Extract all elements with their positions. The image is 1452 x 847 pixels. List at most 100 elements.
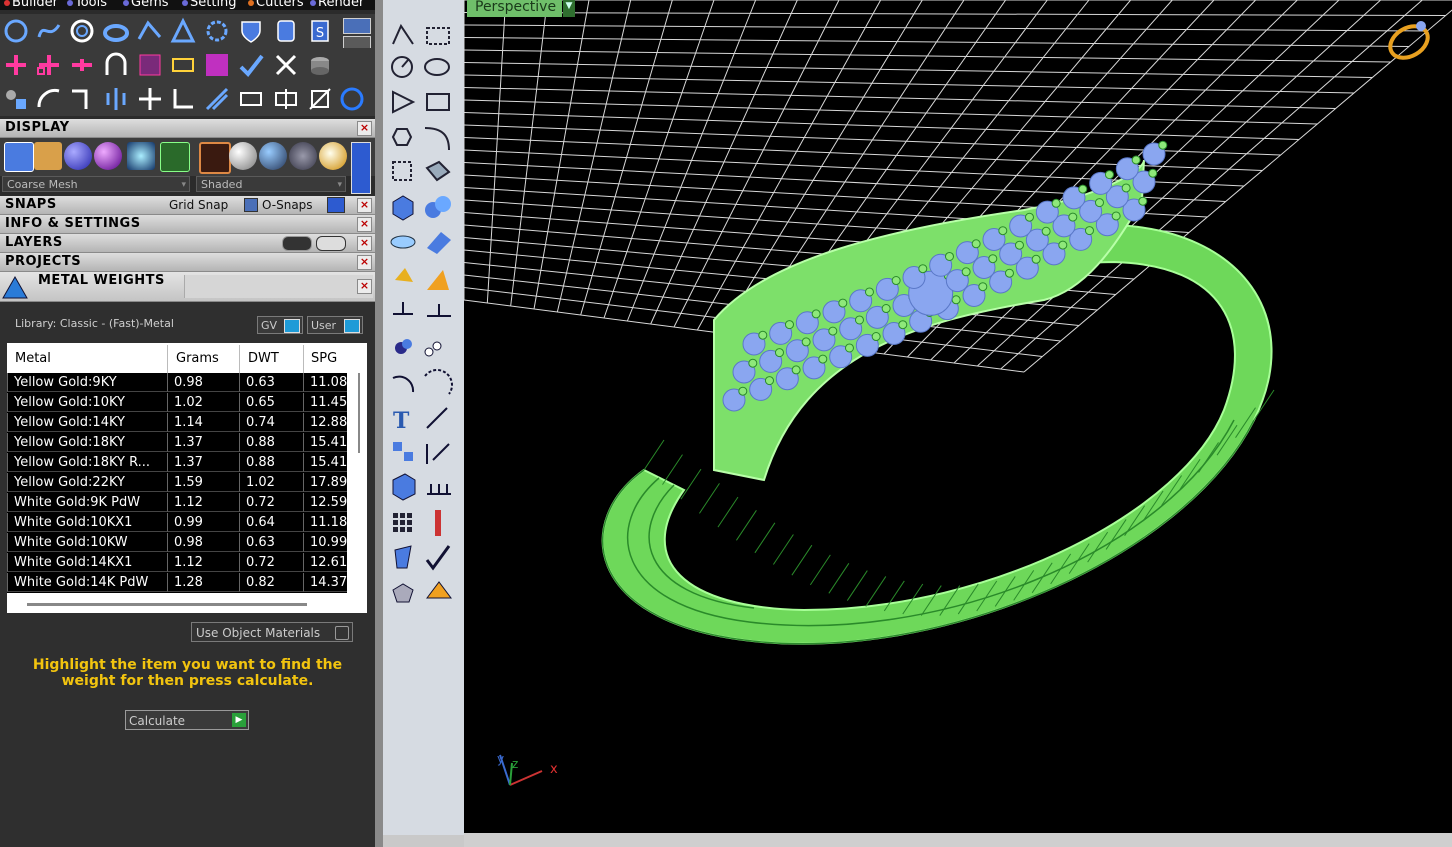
close-icon[interactable]: ×	[357, 121, 372, 136]
menu-builder[interactable]: Builder	[4, 0, 58, 10]
menu-render[interactable]: Render	[310, 0, 364, 10]
box-tool-icon[interactable]	[387, 196, 415, 224]
environment-icon[interactable]	[127, 142, 155, 170]
column-header-spg[interactable]: SPG	[311, 351, 337, 366]
link-icon[interactable]	[169, 51, 197, 79]
snap-settings-button[interactable]	[327, 197, 345, 213]
check-icon[interactable]	[237, 51, 265, 79]
column-header-metal[interactable]: Metal	[15, 351, 51, 366]
viewport-dropdown[interactable]: ▼	[563, 0, 575, 17]
pattern-icon[interactable]	[136, 51, 164, 79]
spheres-tool-icon[interactable]	[423, 196, 451, 224]
triangle-tool-icon[interactable]	[387, 88, 415, 116]
snaps-header[interactable]: SNAPS Grid Snap O-Snaps ×	[0, 196, 375, 215]
split-icon[interactable]	[272, 85, 300, 113]
display-scroll-toggle[interactable]	[351, 142, 371, 194]
boolean-icon[interactable]	[203, 85, 231, 113]
eye-icon[interactable]	[316, 236, 346, 251]
table-row[interactable]: White Gold:14K PdW 1.28 0.82 14.37	[7, 573, 347, 593]
menu-tools[interactable]: Tools	[67, 0, 107, 10]
table-row[interactable]: Yellow Gold:22KY 1.59 1.02 17.89	[7, 473, 347, 493]
rectangle-select-icon[interactable]	[423, 20, 451, 48]
rail-icon[interactable]	[68, 85, 96, 113]
display-header[interactable]: DISPLAY ×	[0, 119, 375, 138]
circle-curve-icon[interactable]	[2, 17, 30, 45]
cut-icon[interactable]	[272, 51, 300, 79]
column-header-grams[interactable]: Grams	[176, 351, 219, 366]
transform-icon[interactable]	[169, 85, 197, 113]
lightbulb-icon[interactable]	[34, 142, 62, 170]
grid-snap-toggle[interactable]: Grid Snap	[169, 198, 228, 212]
table-row[interactable]: Yellow Gold:14KY 1.14 0.74 12.88	[7, 413, 347, 433]
lightning-icon[interactable]	[423, 268, 451, 296]
bezel-icon[interactable]	[203, 17, 231, 45]
projects-header[interactable]: PROJECTS ×	[0, 253, 375, 272]
checkmark-icon[interactable]	[423, 546, 451, 574]
close-icon[interactable]: ×	[357, 198, 372, 213]
gear-icon[interactable]	[387, 268, 415, 296]
rectangle-tool-icon[interactable]	[423, 88, 451, 116]
viewport-label[interactable]: Perspective	[467, 0, 562, 17]
table-row[interactable]: Yellow Gold:18KY 1.37 0.88 15.41	[7, 433, 347, 453]
gold-sphere-icon[interactable]	[319, 142, 347, 170]
mirror-icon[interactable]	[102, 85, 130, 113]
objects-icon[interactable]	[2, 85, 30, 113]
gv-button[interactable]: GV	[257, 316, 303, 334]
info-settings-header[interactable]: INFO & SETTINGS ×	[0, 215, 375, 234]
table-row[interactable]: White Gold:9K PdW 1.12 0.72 12.59	[7, 493, 347, 513]
table-row[interactable]: Yellow Gold:10KY 1.02 0.65 11.45	[7, 393, 347, 413]
curve-edit-icon[interactable]	[136, 17, 164, 45]
add-plus-icon[interactable]	[2, 51, 30, 79]
layer-hide-icon[interactable]	[282, 236, 312, 251]
texture-icon[interactable]	[203, 51, 231, 79]
glass-sphere-icon[interactable]	[259, 142, 287, 170]
wireframe-grid-icon[interactable]	[4, 142, 34, 172]
close-icon[interactable]: ×	[357, 279, 372, 294]
gallery-icon[interactable]	[272, 17, 300, 45]
sphere-icon[interactable]	[64, 142, 92, 170]
band-icon[interactable]	[102, 17, 130, 45]
scrollbar-thumb[interactable]	[358, 373, 360, 453]
white-sphere-icon[interactable]	[229, 142, 257, 170]
calculate-button[interactable]: Calculate ▶	[125, 710, 249, 730]
move-icon[interactable]	[136, 85, 164, 113]
freeform-curve-icon[interactable]	[35, 17, 63, 45]
wire-sphere-icon[interactable]	[289, 142, 317, 170]
arch-icon[interactable]	[102, 51, 130, 79]
fillet-tool-icon[interactable]	[423, 124, 451, 152]
add-point-icon[interactable]	[35, 51, 63, 79]
shield-icon[interactable]	[237, 17, 265, 45]
menu-gems[interactable]: Gems	[123, 0, 169, 10]
panel-toggle-button[interactable]	[343, 18, 371, 34]
vertical-scrollbar[interactable]	[355, 373, 367, 593]
mesh-select[interactable]: Coarse Mesh ▾	[2, 176, 190, 192]
panel-splitter[interactable]	[375, 0, 383, 847]
split-point-icon[interactable]	[68, 51, 96, 79]
table-row[interactable]: Yellow Gold:18KY R... 1.37 0.88 15.41	[7, 453, 347, 473]
polygon-tool-icon[interactable]	[387, 124, 415, 152]
circle-tool-icon[interactable]	[387, 54, 415, 82]
close-icon[interactable]: ×	[357, 217, 372, 232]
menu-setting[interactable]: Setting	[182, 0, 237, 10]
table-row[interactable]: White Gold:10KX1 0.99 0.64 11.18	[7, 513, 347, 533]
ellipse-tool-icon[interactable]	[423, 54, 451, 82]
render-frame-icon[interactable]	[199, 142, 231, 174]
o-snaps-toggle[interactable]: O-Snaps	[262, 198, 313, 212]
copy-icon[interactable]	[237, 85, 265, 113]
user-button[interactable]: User	[307, 316, 363, 334]
shade-select[interactable]: Shaded ▾	[196, 176, 346, 192]
horizontal-scrollbar[interactable]	[27, 603, 307, 606]
polyline-tool-icon[interactable]	[387, 20, 415, 48]
ring-icon[interactable]	[68, 17, 96, 45]
cylinder-icon[interactable]	[306, 51, 334, 79]
ring-size-icon[interactable]	[338, 85, 366, 113]
layers-header[interactable]: LAYERS ×	[0, 234, 375, 253]
table-row[interactable]: White Gold:14KX1 1.12 0.72 12.61	[7, 553, 347, 573]
table-row[interactable]: White Gold:10KW 0.98 0.63 10.99	[7, 533, 347, 553]
perspective-viewport[interactable]: x y z Perspective ▼	[464, 0, 1452, 833]
metal-weights-header[interactable]: METAL WEIGHTS ×	[0, 272, 375, 302]
menu-cutters[interactable]: Cutters	[248, 0, 304, 10]
layout-icon[interactable]	[160, 142, 190, 172]
use-object-materials-button[interactable]: Use Object Materials	[191, 622, 353, 642]
material-sphere-icon[interactable]	[94, 142, 122, 170]
